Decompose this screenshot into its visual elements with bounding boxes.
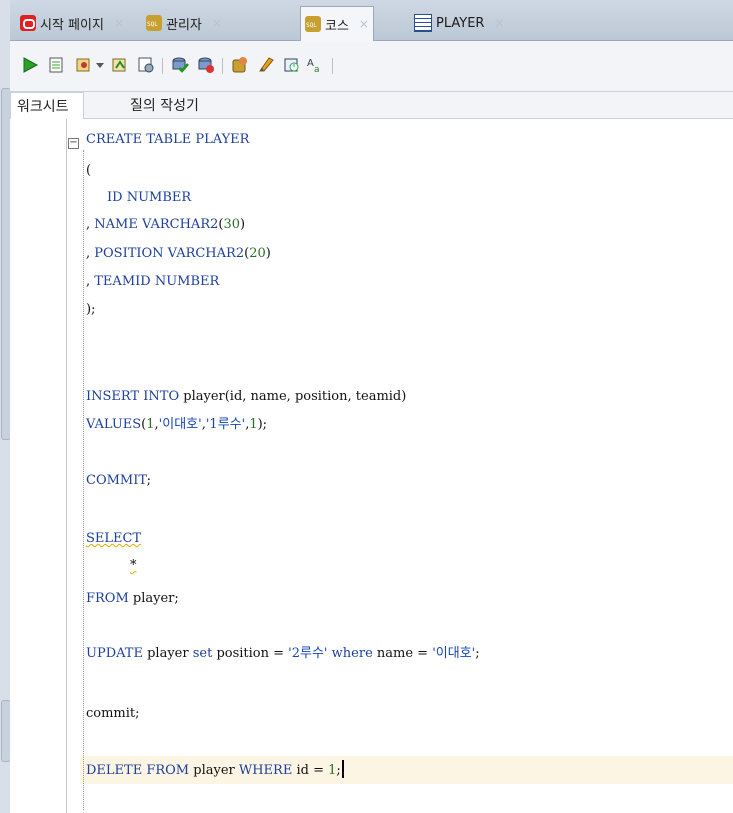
unshared-sql-icon[interactable]: [230, 55, 250, 75]
code-line-1[interactable]: CREATE TABLE PLAYER: [86, 131, 249, 149]
close-icon[interactable]: ×: [359, 17, 369, 31]
code-line-14[interactable]: UPDATE player set position = '2루수' where…: [86, 645, 480, 663]
code-line-9[interactable]: VALUES(1,'이대호','1루수',1);: [86, 416, 267, 434]
code-line-10[interactable]: COMMIT;: [86, 472, 151, 490]
tab-label: 관리자: [166, 17, 202, 33]
format-case-icon[interactable]: Aa: [306, 55, 326, 75]
code-line-3[interactable]: ID NUMBER: [107, 189, 191, 207]
rollback-icon[interactable]: [196, 55, 216, 75]
tab-admin[interactable]: 관리자 ×: [142, 8, 226, 38]
sql-tuning-icon[interactable]: [136, 55, 156, 75]
code-line-2[interactable]: (: [86, 162, 91, 180]
editor-tab-bar: 시작 페이지 × 관리자 × 코스 × PLAYER ×: [10, 0, 733, 41]
tab-label: 코스: [325, 18, 349, 34]
close-icon[interactable]: ×: [114, 16, 124, 30]
toolbar-separator: [332, 58, 333, 74]
worksheet-subtabs: 워크시트 질의 작성기: [10, 92, 733, 119]
code-line-11[interactable]: SELECT: [86, 530, 141, 548]
code-line-13[interactable]: FROM player;: [86, 590, 179, 608]
tab-start-page[interactable]: 시작 페이지 ×: [16, 8, 128, 38]
tab-query-builder[interactable]: 질의 작성기: [118, 92, 211, 118]
close-icon[interactable]: ×: [212, 16, 222, 30]
code-line-5[interactable]: , POSITION VARCHAR2(20): [86, 245, 271, 263]
worksheet-toolbar: Aa: [10, 41, 733, 92]
code-line-16[interactable]: DELETE FROM player WHERE id = 1;: [86, 760, 344, 780]
tab-player[interactable]: PLAYER ×: [410, 8, 509, 38]
code-line-8[interactable]: INSERT INTO player(id, name, position, t…: [86, 388, 406, 406]
line-gutter: [10, 119, 67, 813]
dropdown-arrow-icon[interactable]: [94, 55, 106, 75]
tab-label: PLAYER: [436, 15, 485, 31]
oracle-icon: [20, 15, 36, 31]
clear-icon[interactable]: [256, 55, 276, 75]
sql-worksheet-icon: [146, 15, 162, 31]
toolbar-separator: [162, 58, 163, 74]
run-statement-icon[interactable]: [20, 55, 40, 75]
text-caret: [341, 760, 344, 778]
tab-course[interactable]: 코스 ×: [300, 6, 374, 41]
fold-guide: [83, 150, 84, 810]
table-grid-icon: [414, 14, 432, 32]
code-line-4[interactable]: , NAME VARCHAR2(30): [86, 216, 245, 234]
history-icon[interactable]: [282, 55, 302, 75]
fold-toggle-icon[interactable]: −: [68, 138, 79, 149]
explain-plan-icon[interactable]: [110, 55, 130, 75]
commit-icon[interactable]: [170, 55, 190, 75]
tab-label: 시작 페이지: [40, 17, 104, 33]
run-script-icon[interactable]: [46, 55, 66, 75]
code-line-15[interactable]: commit;: [86, 705, 140, 723]
svg-text:A: A: [307, 58, 314, 69]
sql-worksheet-icon: [305, 16, 321, 32]
close-icon[interactable]: ×: [494, 16, 504, 30]
svg-text:a: a: [314, 65, 320, 74]
code-line-6[interactable]: , TEAMID NUMBER: [86, 273, 219, 291]
tab-worksheet[interactable]: 워크시트: [10, 92, 84, 119]
code-line-7[interactable]: );: [86, 301, 95, 319]
autotrace-icon[interactable]: [74, 55, 94, 75]
toolbar-separator: [222, 58, 223, 74]
code-line-12[interactable]: *: [130, 557, 137, 575]
